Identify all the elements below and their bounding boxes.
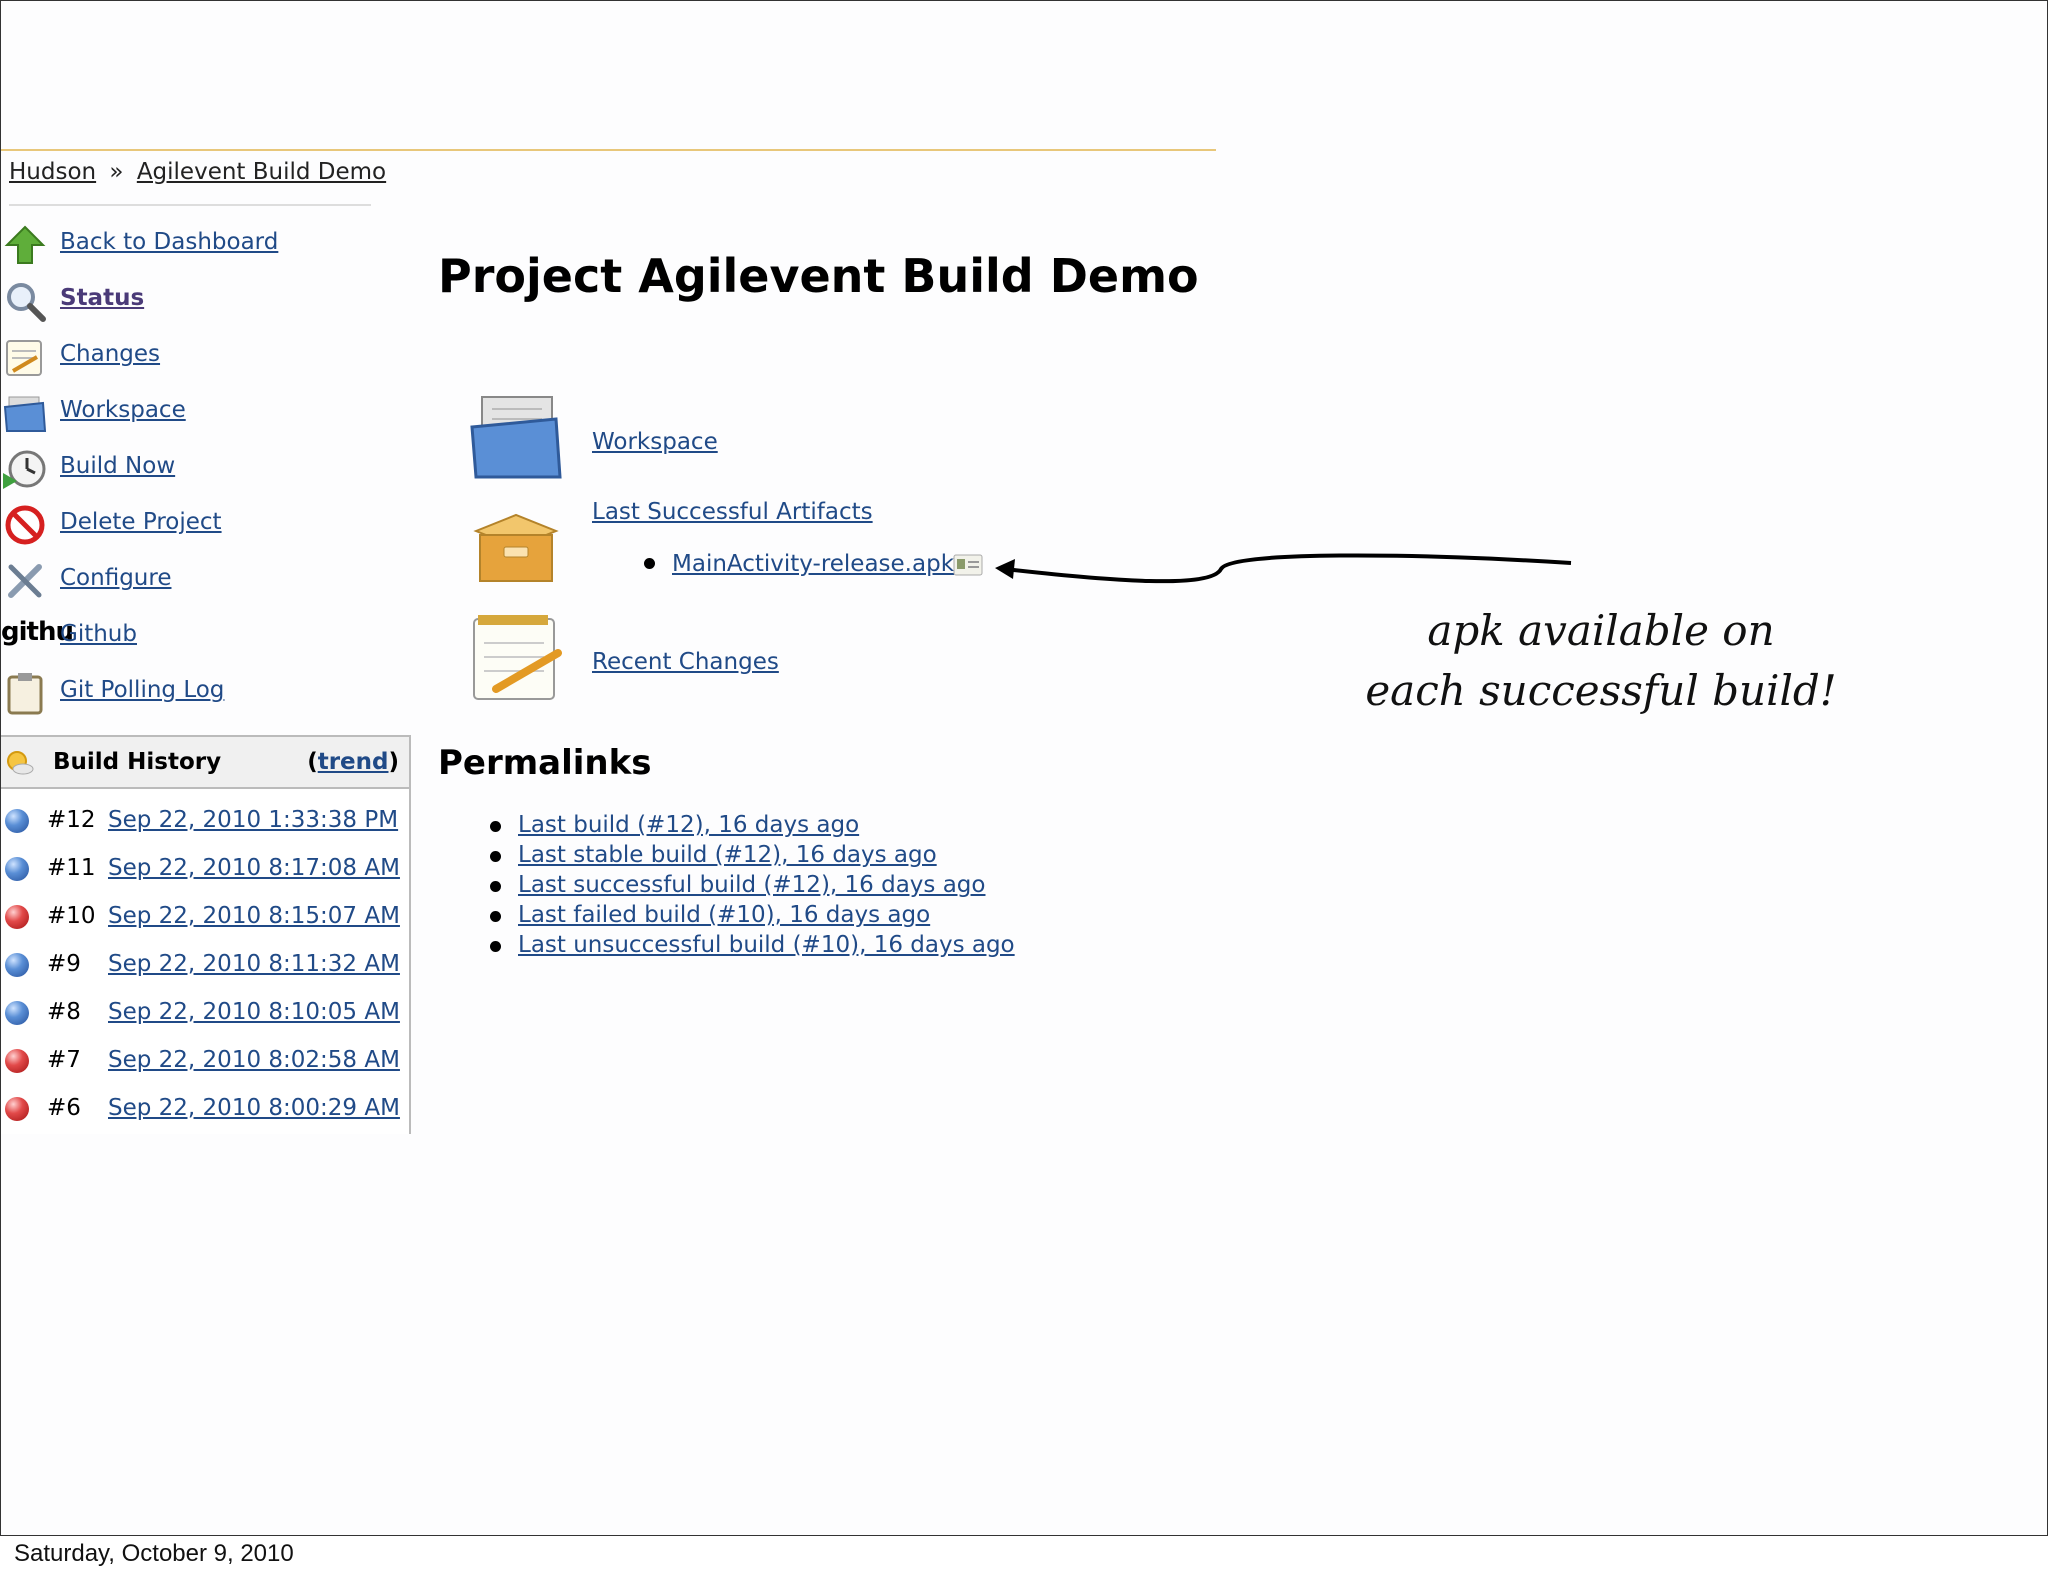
sidebar-item-label[interactable]: Build Now bbox=[60, 453, 175, 479]
artifacts-box-icon bbox=[473, 513, 559, 582]
build-date-link[interactable]: Sep 22, 2010 8:10:05 AM bbox=[108, 999, 400, 1025]
trend-open-paren: ( bbox=[307, 749, 318, 775]
slide: Hudson » Agilevent Build Demo Back to Da… bbox=[0, 0, 2048, 1536]
build-number: #10 bbox=[47, 903, 96, 929]
recent-changes-link[interactable]: Recent Changes bbox=[592, 649, 779, 675]
build-number: #11 bbox=[47, 855, 96, 881]
workspace-link[interactable]: Workspace bbox=[592, 429, 718, 455]
clipboard-icon bbox=[7, 673, 43, 715]
sidebar-item-label[interactable]: Changes bbox=[60, 341, 160, 367]
permalink-bullet bbox=[490, 851, 501, 862]
notepad-icon bbox=[6, 340, 42, 376]
artifact-file-link[interactable]: MainActivity-release.apk bbox=[672, 551, 954, 577]
build-history-header: Build History (trend) bbox=[1, 737, 409, 789]
workspace-folder-icon bbox=[470, 396, 562, 479]
permalink-link[interactable]: Last build (#12), 16 days ago bbox=[518, 812, 859, 838]
permalink-link[interactable]: Last failed build (#10), 16 days ago bbox=[518, 902, 930, 928]
build-status-ball-icon bbox=[5, 857, 29, 881]
table-row: #10 Sep 22, 2010 8:15:07 AM bbox=[1, 893, 409, 941]
header-divider bbox=[1, 149, 1216, 151]
build-status-ball-icon bbox=[5, 1049, 29, 1073]
build-number: #6 bbox=[47, 1095, 81, 1121]
breadcrumb-hudson-link[interactable]: Hudson bbox=[9, 159, 96, 185]
sidebar-item-label[interactable]: Workspace bbox=[60, 397, 186, 423]
permalink-link[interactable]: Last stable build (#12), 16 days ago bbox=[518, 842, 937, 868]
build-status-ball-icon bbox=[5, 809, 29, 833]
permalink-bullet bbox=[490, 881, 501, 892]
sidebar-item-label[interactable]: Back to Dashboard bbox=[60, 229, 278, 255]
annotation-text: apk available on each successful build! bbox=[1361, 601, 1841, 721]
permalink-link[interactable]: Last unsuccessful build (#10), 16 days a… bbox=[518, 932, 1015, 958]
permalink-link[interactable]: Last successful build (#12), 16 days ago bbox=[518, 872, 985, 898]
build-status-ball-icon bbox=[5, 1097, 29, 1121]
trend-link-wrapper: (trend) bbox=[307, 749, 399, 775]
build-date-link[interactable]: Sep 22, 2010 8:11:32 AM bbox=[108, 951, 400, 977]
permalink-bullet bbox=[490, 821, 501, 832]
table-row: #9 Sep 22, 2010 8:11:32 AM bbox=[1, 941, 409, 989]
table-row: #8 Sep 22, 2010 8:10:05 AM bbox=[1, 989, 409, 1037]
build-date-link[interactable]: Sep 22, 2010 8:02:58 AM bbox=[108, 1047, 400, 1073]
build-status-ball-icon bbox=[5, 905, 29, 929]
up-arrow-icon bbox=[4, 225, 46, 264]
sidebar-item-label[interactable]: Status bbox=[60, 285, 144, 311]
build-status-ball-icon bbox=[5, 1001, 29, 1025]
build-date-link[interactable]: Sep 22, 2010 8:17:08 AM bbox=[108, 855, 400, 881]
build-date-link[interactable]: Sep 22, 2010 8:15:07 AM bbox=[108, 903, 400, 929]
breadcrumb: Hudson » Agilevent Build Demo bbox=[9, 159, 386, 185]
trend-link[interactable]: trend bbox=[318, 749, 389, 775]
fingerprint-icon[interactable] bbox=[953, 553, 983, 577]
footer-date: Saturday, October 9, 2010 bbox=[14, 1540, 294, 1567]
breadcrumb-project-link[interactable]: Agilevent Build Demo bbox=[137, 159, 386, 185]
sidebar-item-workspace[interactable]: Workspace bbox=[1, 387, 401, 437]
sidebar-item-delete-project[interactable]: Delete Project bbox=[1, 499, 401, 549]
clock-icon bbox=[3, 450, 46, 489]
table-row: #12 Sep 22, 2010 1:33:38 PM bbox=[1, 797, 409, 845]
folder-icon bbox=[3, 396, 47, 432]
sidebar-item-label[interactable]: Configure bbox=[60, 565, 171, 591]
annotation-arrow bbox=[995, 553, 1572, 584]
github-icon: githu bbox=[1, 617, 74, 647]
build-number: #9 bbox=[47, 951, 81, 977]
sidebar-item-back-to-dashboard[interactable]: Back to Dashboard bbox=[1, 219, 401, 269]
sidebar-item-git-polling-log[interactable]: Git Polling Log bbox=[1, 667, 401, 717]
permalinks-heading: Permalinks bbox=[438, 743, 652, 783]
breadcrumb-separator: » bbox=[109, 159, 124, 185]
build-number: #8 bbox=[47, 999, 81, 1025]
annotation-line-1: apk available on bbox=[1427, 606, 1775, 655]
sidebar-item-label[interactable]: Git Polling Log bbox=[60, 677, 224, 703]
sidebar-item-changes[interactable]: Changes bbox=[1, 331, 401, 381]
build-number: #12 bbox=[47, 807, 96, 833]
sidebar-item-status[interactable]: Status bbox=[1, 275, 401, 325]
tools-icon bbox=[8, 564, 42, 598]
build-date-link[interactable]: Sep 22, 2010 1:33:38 PM bbox=[108, 807, 398, 833]
table-row: #7 Sep 22, 2010 8:02:58 AM bbox=[1, 1037, 409, 1085]
page-title: Project Agilevent Build Demo bbox=[438, 249, 1199, 303]
sidebar-item-configure[interactable]: Configure bbox=[1, 555, 401, 605]
table-row: #6 Sep 22, 2010 8:00:29 AM bbox=[1, 1085, 409, 1133]
table-row: #11 Sep 22, 2010 8:17:08 AM bbox=[1, 845, 409, 893]
no-entry-icon bbox=[5, 505, 45, 545]
permalink-bullet bbox=[490, 941, 501, 952]
sidebar-item-label[interactable]: Delete Project bbox=[60, 509, 222, 535]
permalink-bullet bbox=[490, 911, 501, 922]
last-successful-artifacts-link[interactable]: Last Successful Artifacts bbox=[592, 499, 873, 525]
artifact-bullet bbox=[644, 558, 655, 569]
sidebar-item-label[interactable]: Github bbox=[60, 621, 137, 647]
build-history-title: Build History bbox=[53, 749, 222, 775]
magnifier-icon bbox=[7, 283, 46, 322]
trend-close-paren: ) bbox=[388, 749, 399, 775]
build-status-ball-icon bbox=[5, 953, 29, 977]
recent-changes-notepad-icon bbox=[473, 615, 562, 700]
breadcrumb-divider bbox=[9, 204, 371, 206]
build-history-panel: Build History (trend) #12 Sep 22, 2010 1:… bbox=[1, 735, 411, 1134]
annotation-line-2: each successful build! bbox=[1365, 666, 1837, 715]
sidebar-item-github[interactable]: githu Github bbox=[1, 611, 401, 661]
build-date-link[interactable]: Sep 22, 2010 8:00:29 AM bbox=[108, 1095, 400, 1121]
weather-sunny-icon bbox=[7, 751, 34, 775]
build-number: #7 bbox=[47, 1047, 81, 1073]
sidebar-item-build-now[interactable]: Build Now bbox=[1, 443, 401, 493]
